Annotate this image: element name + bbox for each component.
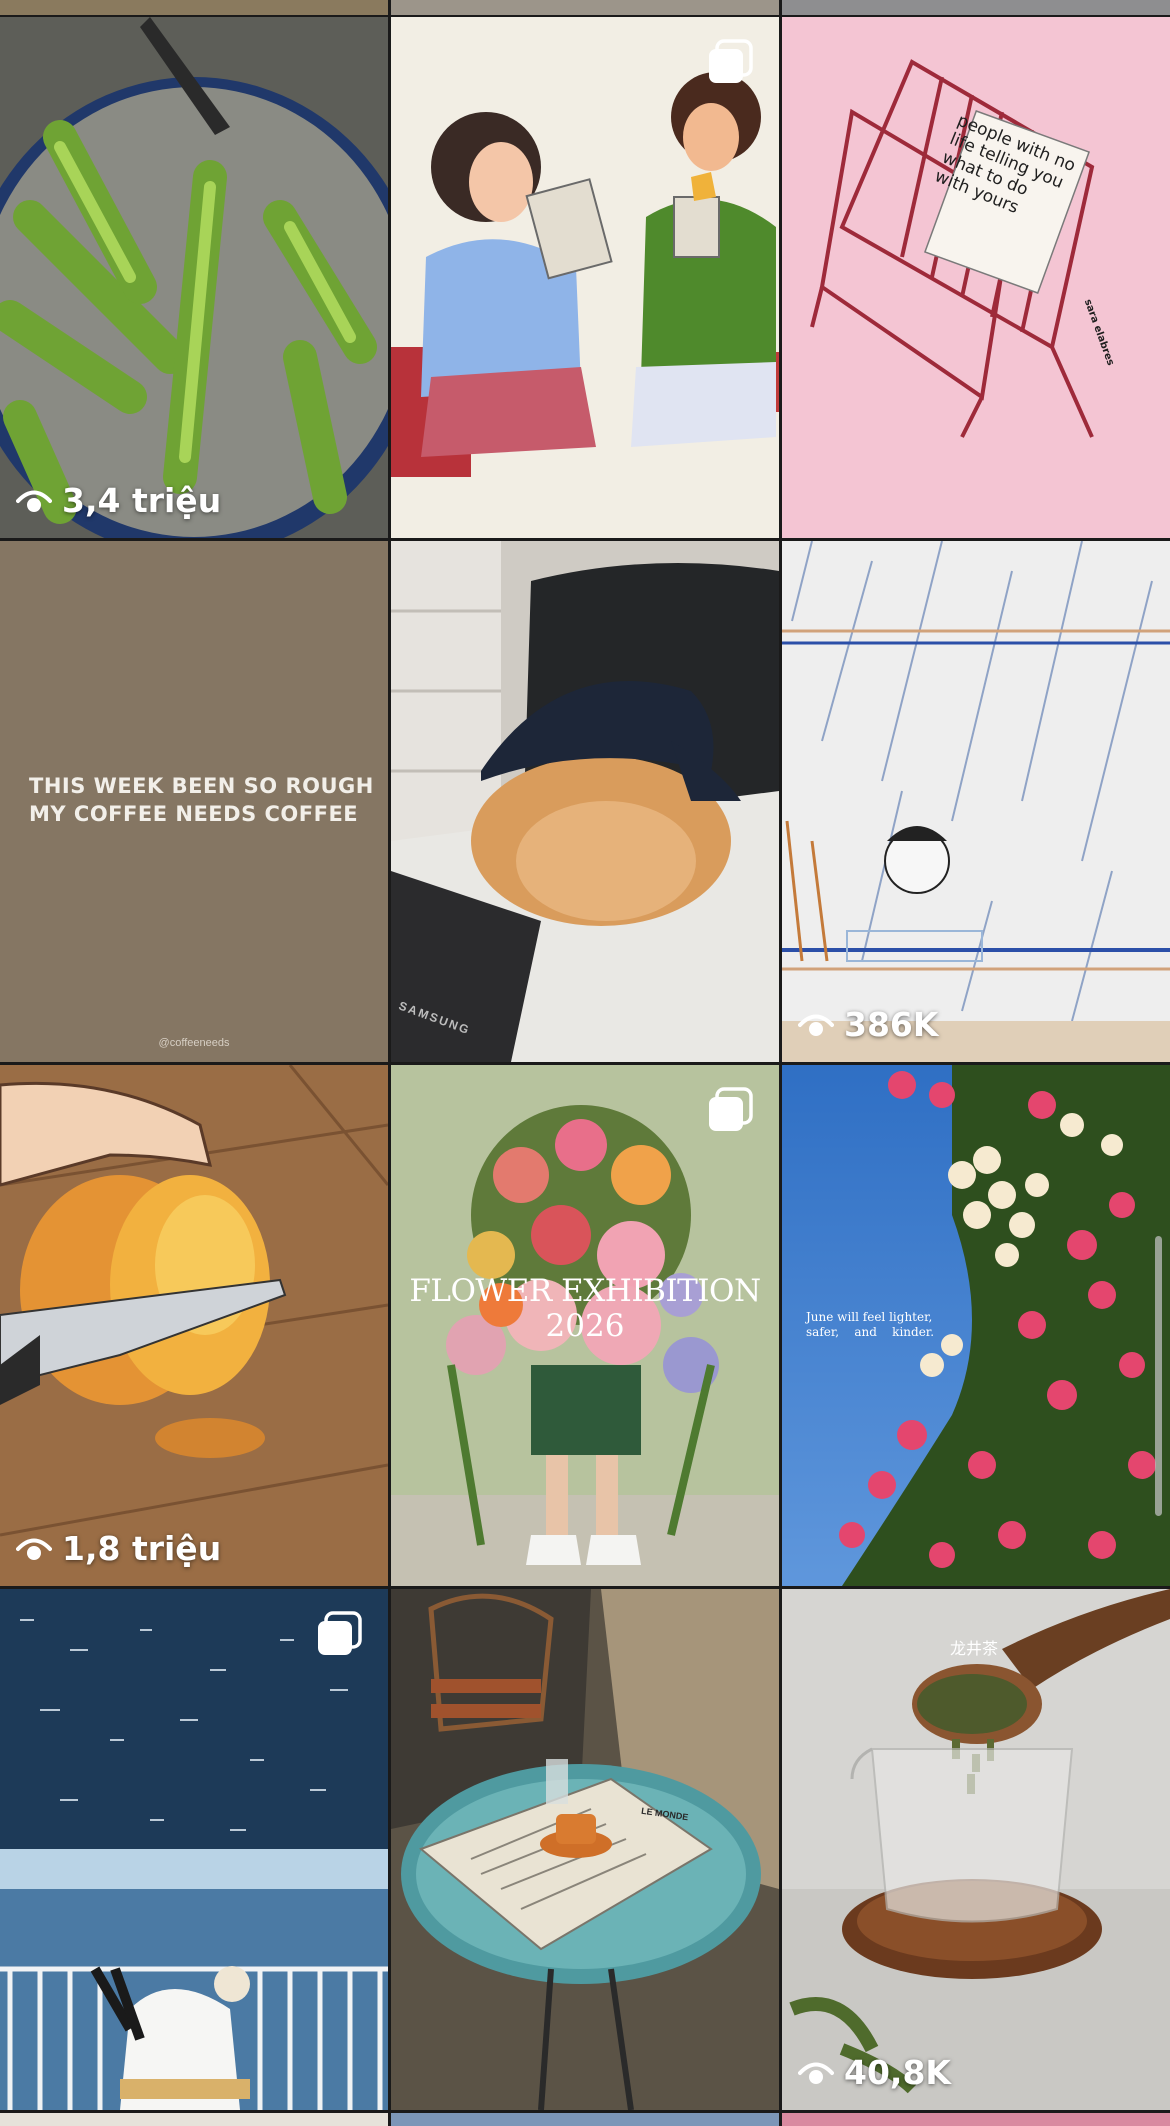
carousel-icon [709, 1087, 753, 1131]
june-caption-line-1: June will feel lighter, [806, 1310, 933, 1324]
eye-icon [798, 2062, 834, 2084]
tile-partial-bottom-3[interactable] [782, 2113, 1170, 2126]
tile-june-flowers[interactable]: June will feel lighter, safer, and kinde… [782, 1065, 1170, 1586]
tile-partial-bottom-2[interactable] [391, 2113, 779, 2126]
view-count: 386K [798, 1005, 938, 1044]
eye-icon [798, 1014, 834, 1036]
carousel-icon [709, 39, 753, 83]
quote-line-1: THIS WEEK BEEN SO ROUGH [29, 774, 374, 798]
tile-rain-illustration[interactable]: 386K [782, 541, 1170, 1062]
quote-line-2: MY COFFEE NEEDS COFFEE [29, 802, 359, 826]
tea-caption: 龙井茶 [950, 1639, 999, 1658]
tile-partial-top-1[interactable] [0, 0, 388, 15]
rain-illustration-image [782, 541, 1170, 1062]
cat-cap-image [391, 541, 779, 1062]
tile-green-vegetables[interactable]: 3,4 triệu [0, 17, 388, 538]
wire-rack-image [782, 17, 1170, 538]
eye-icon [16, 1538, 52, 1560]
tile-coffee-quote[interactable]: THIS WEEK BEEN SO ROUGH MY COFFEE NEEDS … [0, 541, 388, 1062]
tile-cafe-painting[interactable]: LE MONDE [391, 1589, 779, 2110]
post-grid: 3,4 triệu people with no life telling yo… [0, 0, 1170, 2126]
mango-image [0, 1065, 388, 1586]
view-count-text: 40,8K [844, 2053, 951, 2092]
tile-wire-rack-illustration[interactable]: people with no life telling you what to … [782, 17, 1170, 538]
view-count: 1,8 triệu [16, 1529, 221, 1568]
tile-longjing-tea[interactable]: 龙井茶 40,8K [782, 1589, 1170, 2110]
carousel-icon [318, 1611, 362, 1655]
scrollbar[interactable] [1155, 1236, 1162, 1516]
eye-icon [16, 490, 52, 512]
tile-cat-cap[interactable]: SAMSUNG [391, 541, 779, 1062]
view-count-text: 386K [844, 1005, 939, 1044]
exhibition-title-line-1: FLOWER EXHIBITION [409, 1273, 761, 1309]
view-count-text: 1,8 triệu [62, 1529, 222, 1568]
ocean-balcony-image [0, 1589, 388, 2110]
tile-partial-bottom-1[interactable] [0, 2113, 388, 2126]
tile-mango-anime[interactable]: 1,8 triệu [0, 1065, 388, 1586]
quote-handle: @coffeeneeds [158, 1037, 230, 1049]
vegetables-image [0, 17, 388, 538]
tile-newspaper-illustration[interactable] [391, 17, 779, 538]
june-caption-line-2: safer, and kinder. [806, 1325, 935, 1339]
tile-ocean-balcony[interactable] [0, 1589, 388, 2110]
newspaper-illustration-image [391, 17, 779, 538]
exhibition-title-line-2: 2026 [545, 1308, 625, 1344]
tea-image [782, 1589, 1170, 2110]
view-count-text: 3,4 triệu [62, 481, 222, 520]
tile-partial-top-3[interactable] [782, 0, 1170, 15]
view-count: 3,4 triệu [16, 481, 221, 520]
tile-partial-top-2[interactable] [391, 0, 779, 15]
cafe-painting-image [391, 1589, 779, 2110]
view-count: 40,8K [798, 2053, 951, 2092]
tile-flower-exhibition[interactable]: FLOWER EXHIBITION 2026 [391, 1065, 779, 1586]
